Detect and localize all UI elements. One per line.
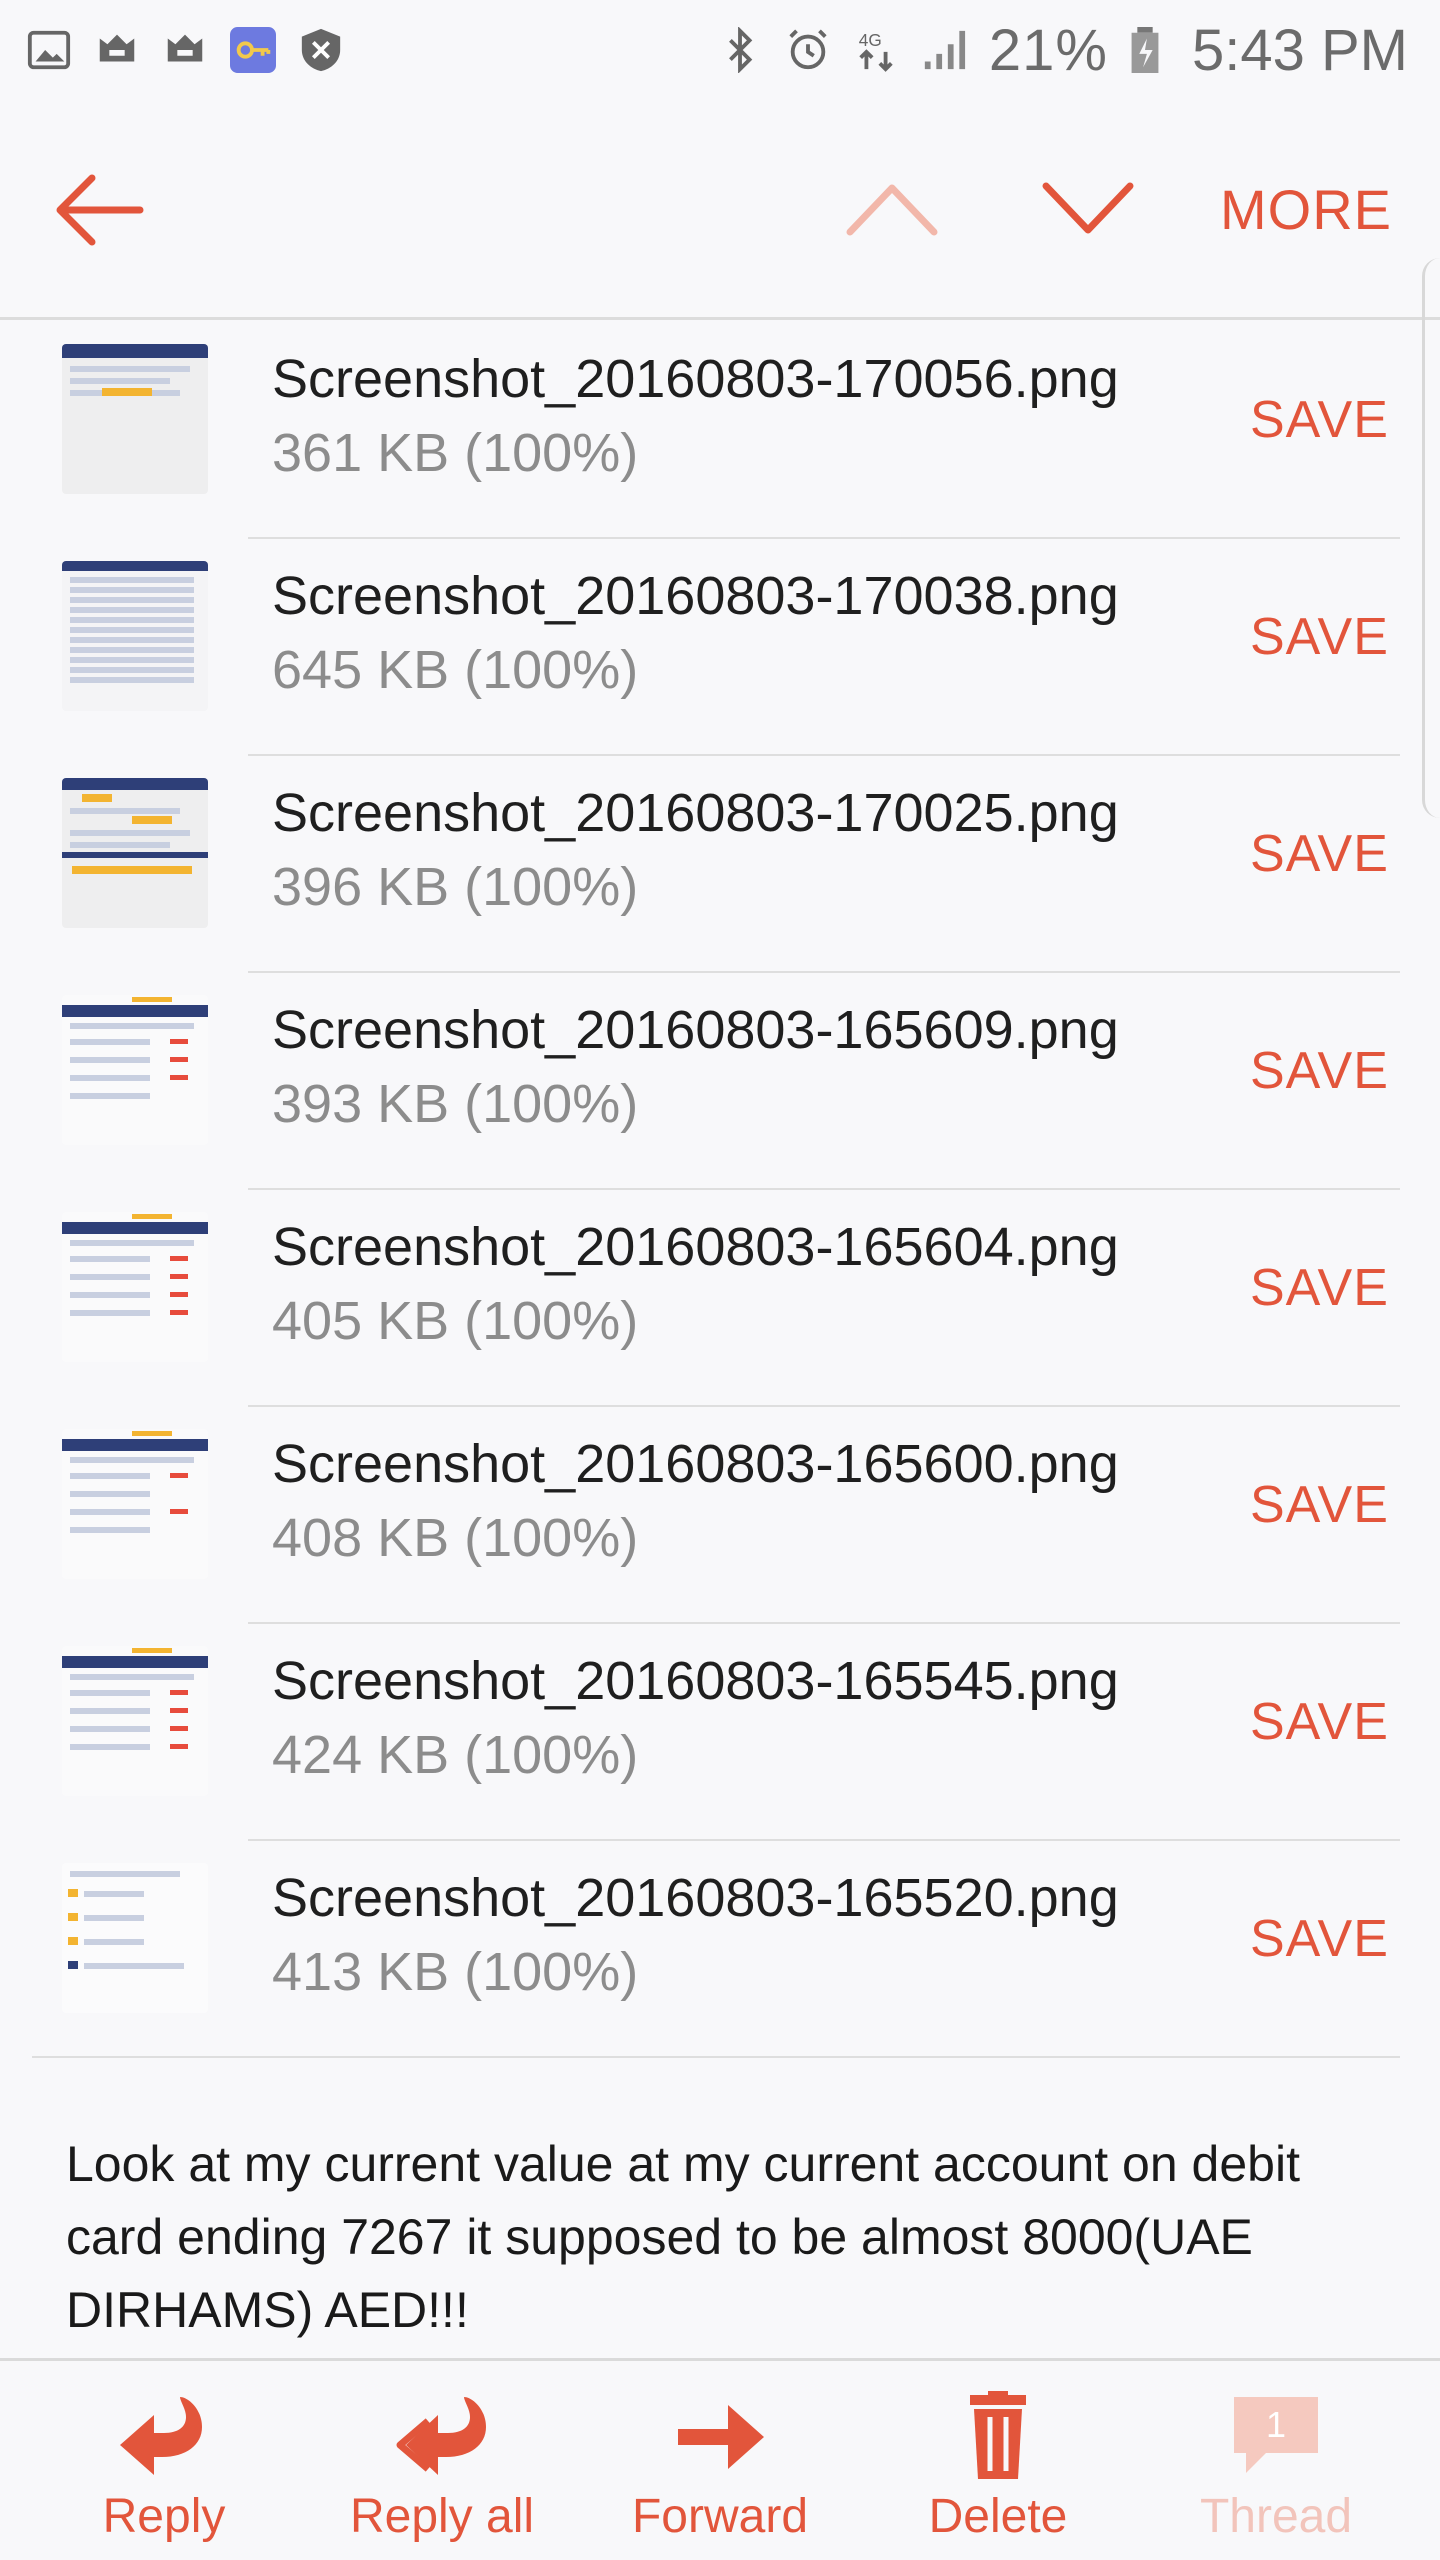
network-arrows-icon: 4G xyxy=(853,27,899,73)
chevron-up-icon xyxy=(846,184,938,236)
save-attachment-button[interactable]: SAVE xyxy=(1250,1258,1389,1318)
top-action-bar: MORE xyxy=(0,100,1440,320)
reply-all-icon xyxy=(392,2391,492,2481)
save-attachment-button[interactable]: SAVE xyxy=(1250,1692,1389,1752)
back-button[interactable] xyxy=(52,170,144,250)
divider xyxy=(32,2056,1400,2058)
thread-count: 1 xyxy=(1266,2404,1286,2445)
attachment-file-size: 396 KB (100%) xyxy=(272,857,639,917)
attachment-file-name: Screenshot_20160803-165520.png xyxy=(272,1868,1119,1928)
game-icon xyxy=(94,27,140,73)
attachment-file-name: Screenshot_20160803-170025.png xyxy=(272,783,1119,843)
status-right: 4G 21% 5:43 PM xyxy=(717,17,1408,84)
attachment-thumbnail xyxy=(62,1429,208,1579)
attachment-thumbnail xyxy=(62,1863,208,2013)
attachment-thumbnail xyxy=(62,1646,208,1796)
signal-icon xyxy=(921,27,967,73)
save-attachment-button[interactable]: SAVE xyxy=(1250,390,1389,450)
bluetooth-icon xyxy=(717,27,763,73)
attachment-file-size: 393 KB (100%) xyxy=(272,1074,639,1134)
save-attachment-button[interactable]: SAVE xyxy=(1250,824,1389,884)
bottom-toolbar: Reply Reply all Forward Delete 1 Thread xyxy=(0,2358,1440,2560)
save-attachment-button[interactable]: SAVE xyxy=(1250,607,1389,667)
trash-icon xyxy=(948,2391,1048,2481)
attachment-list: Screenshot_20160803-170056.png 361 KB (1… xyxy=(0,322,1440,2058)
clock: 5:43 PM xyxy=(1192,17,1408,83)
attachment-file-name: Screenshot_20160803-165609.png xyxy=(272,1000,1119,1060)
attachment-file-size: 645 KB (100%) xyxy=(272,640,639,700)
delete-button[interactable]: Delete xyxy=(878,2361,1118,2560)
save-attachment-button[interactable]: SAVE xyxy=(1250,1909,1389,1969)
attachment-thumbnail xyxy=(62,344,208,494)
attachment-item[interactable]: Screenshot_20160803-170025.png 396 KB (1… xyxy=(0,756,1440,973)
attachment-item[interactable]: Screenshot_20160803-165609.png 393 KB (1… xyxy=(0,973,1440,1190)
attachment-file-size: 413 KB (100%) xyxy=(272,1942,639,2002)
attachment-item[interactable]: Screenshot_20160803-165520.png 413 KB (1… xyxy=(0,1841,1440,2058)
attachment-file-name: Screenshot_20160803-165604.png xyxy=(272,1217,1119,1277)
reply-label: Reply xyxy=(102,2490,226,2543)
status-left xyxy=(26,27,344,73)
attachment-item[interactable]: Screenshot_20160803-165600.png 408 KB (1… xyxy=(0,1407,1440,1624)
attachment-item[interactable]: Screenshot_20160803-165604.png 405 KB (1… xyxy=(0,1190,1440,1407)
email-viewer: 4G 21% 5:43 PM MORE Screenshot_20160803-… xyxy=(0,0,1440,2560)
attachment-thumbnail xyxy=(62,778,208,928)
shield-icon xyxy=(298,27,344,73)
email-body-text: Look at my current value at my current a… xyxy=(66,2136,1300,2338)
battery-icon xyxy=(1130,27,1160,73)
more-button[interactable]: MORE xyxy=(1220,170,1392,250)
attachment-file-size: 405 KB (100%) xyxy=(272,1291,639,1351)
attachment-item[interactable]: Screenshot_20160803-170038.png 645 KB (1… xyxy=(0,539,1440,756)
reply-button[interactable]: Reply xyxy=(44,2361,284,2560)
attachment-file-size: 361 KB (100%) xyxy=(272,423,639,483)
attachment-thumbnail xyxy=(62,1212,208,1362)
gallery-icon xyxy=(26,27,72,73)
previous-email-button[interactable] xyxy=(842,176,942,242)
attachment-item[interactable]: Screenshot_20160803-170056.png 361 KB (1… xyxy=(0,322,1440,539)
attachment-thumbnail xyxy=(62,561,208,711)
key-icon xyxy=(230,27,276,73)
alarm-icon xyxy=(785,27,831,73)
save-attachment-button[interactable]: SAVE xyxy=(1250,1041,1389,1101)
chevron-down-icon xyxy=(1042,182,1134,234)
battery-percent: 21% xyxy=(988,17,1108,83)
game-icon xyxy=(162,27,208,73)
thread-bubble-icon: 1 xyxy=(1226,2391,1326,2481)
forward-button[interactable]: Forward xyxy=(600,2361,840,2560)
attachment-file-name: Screenshot_20160803-165600.png xyxy=(272,1434,1119,1494)
attachment-file-name: Screenshot_20160803-170056.png xyxy=(272,349,1119,409)
save-attachment-button[interactable]: SAVE xyxy=(1250,1475,1389,1535)
next-email-button[interactable] xyxy=(1038,176,1138,242)
status-bar: 4G 21% 5:43 PM xyxy=(0,0,1440,100)
delete-label: Delete xyxy=(928,2490,1068,2543)
forward-label: Forward xyxy=(631,2490,809,2543)
reply-all-button[interactable]: Reply all xyxy=(322,2361,562,2560)
reply-all-label: Reply all xyxy=(349,2490,535,2543)
attachment-file-name: Screenshot_20160803-165545.png xyxy=(272,1651,1119,1711)
attachment-file-name: Screenshot_20160803-170038.png xyxy=(272,566,1119,626)
thread-button[interactable]: 1 Thread xyxy=(1156,2361,1396,2560)
attachment-file-size: 424 KB (100%) xyxy=(272,1725,639,1785)
attachment-thumbnail xyxy=(62,995,208,1145)
reply-icon xyxy=(114,2391,214,2481)
forward-arrow-icon xyxy=(670,2391,770,2481)
svg-text:4G: 4G xyxy=(859,30,882,50)
attachment-file-size: 408 KB (100%) xyxy=(272,1508,639,1568)
thread-label: Thread xyxy=(1199,2490,1353,2543)
attachment-item[interactable]: Screenshot_20160803-165545.png 424 KB (1… xyxy=(0,1624,1440,1841)
back-arrow-icon xyxy=(56,174,144,246)
